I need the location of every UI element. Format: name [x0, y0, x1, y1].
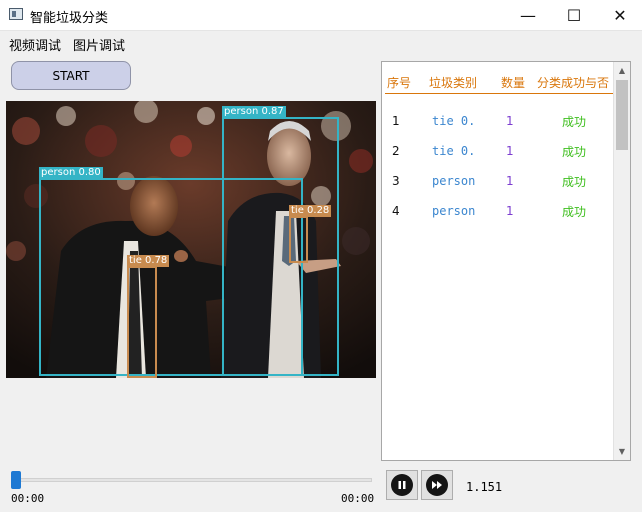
playback-slider[interactable] [11, 478, 372, 482]
playback-slider-handle[interactable] [11, 471, 21, 489]
cell-seq: 3 [392, 174, 400, 188]
pause-icon [391, 474, 413, 496]
column-header-result[interactable]: 分类成功与否 [537, 74, 609, 91]
cell-result: 成功 [562, 205, 587, 219]
cell-category: tie 0. [432, 144, 476, 158]
cell-result: 成功 [562, 175, 587, 189]
playback-speed: 1.151 [466, 480, 503, 494]
table-scrollbar[interactable]: ▲ ▼ [613, 62, 630, 460]
cell-seq: 4 [392, 204, 400, 218]
menu-bar: 视频调试 图片调试 [0, 32, 642, 54]
cell-seq: 2 [392, 144, 400, 158]
app-icon [9, 8, 23, 20]
menu-video-debug[interactable]: 视频调试 [9, 35, 61, 54]
detection-label: tie 0.78 [127, 255, 170, 267]
column-header-count[interactable]: 数量 [501, 74, 525, 91]
pause-button[interactable] [386, 470, 418, 500]
maximize-button[interactable]: ☐ [551, 0, 597, 30]
results-table[interactable]: 序号 垃圾类别 数量 分类成功与否 1 tie 0. 1 成功 2 tie 0.… [381, 61, 631, 461]
close-button[interactable]: ✕ [597, 0, 642, 30]
detection-label: person 0.87 [222, 106, 286, 118]
cell-result: 成功 [562, 115, 587, 129]
cell-count: 1 [506, 144, 514, 158]
scroll-thumb[interactable] [616, 80, 628, 150]
column-header-category[interactable]: 垃圾类别 [429, 74, 477, 91]
menu-image-debug[interactable]: 图片调试 [73, 35, 125, 54]
scroll-up-arrow-icon[interactable]: ▲ [614, 62, 630, 79]
detection-box-tie: tie 0.28 [289, 205, 332, 263]
cell-seq: 1 [392, 114, 400, 128]
cell-category: person [432, 174, 476, 188]
current-time: 00:00 [11, 492, 45, 505]
minimize-button[interactable]: — [505, 0, 551, 30]
cell-count: 1 [506, 114, 514, 128]
detection-label: tie 0.28 [289, 205, 332, 217]
scroll-down-arrow-icon[interactable]: ▼ [614, 443, 630, 460]
detection-box-tie: tie 0.78 [127, 255, 170, 378]
end-time: 00:00 [341, 492, 375, 505]
video-frame: person 0.87 person 0.80 tie 0.28 tie 0.7… [6, 101, 376, 378]
cell-result: 成功 [562, 145, 587, 159]
detection-label: person 0.80 [39, 167, 103, 179]
fast-forward-icon [426, 474, 448, 496]
cell-category: tie 0. [432, 114, 476, 128]
column-header-seq[interactable]: 序号 [387, 74, 411, 91]
cell-count: 1 [506, 204, 514, 218]
window-title: 智能垃圾分类 [30, 11, 109, 26]
cell-category: person [432, 204, 476, 218]
fast-forward-button[interactable] [421, 470, 453, 500]
start-button[interactable]: START [11, 61, 131, 90]
cell-count: 1 [506, 174, 514, 188]
title-bar: 智能垃圾分类 — ☐ ✕ [0, 0, 642, 31]
header-divider [385, 93, 613, 94]
detection-box-person: person 0.80 [39, 167, 303, 376]
